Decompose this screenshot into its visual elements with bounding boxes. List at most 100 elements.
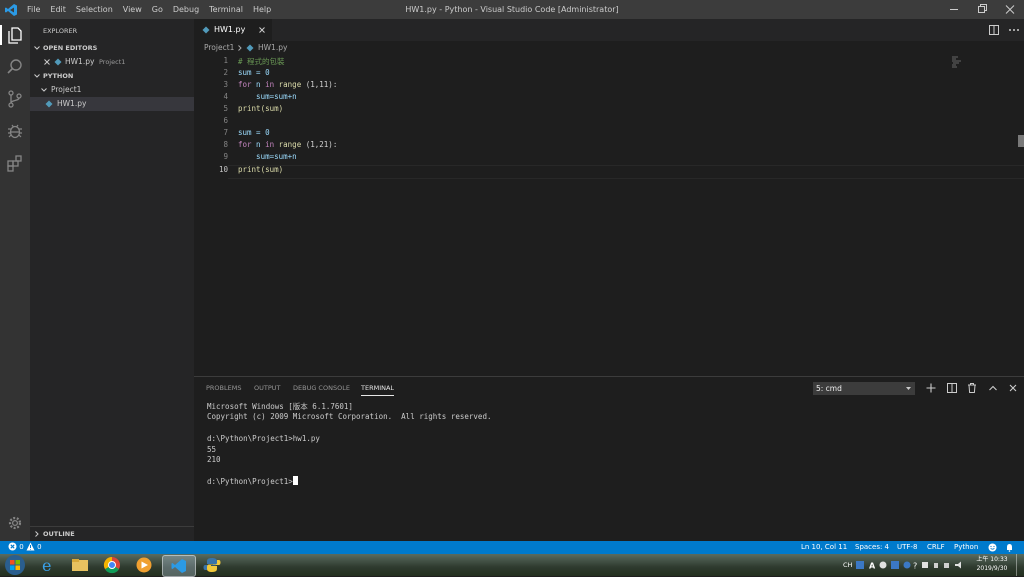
notifications-bell-icon[interactable]	[1005, 543, 1014, 552]
workspace-header[interactable]: PYTHON	[30, 69, 194, 83]
svg-text:A: A	[869, 562, 876, 571]
file-name: HW1.py	[57, 99, 87, 108]
show-desktop-button[interactable]	[1016, 554, 1024, 576]
close-window-button[interactable]	[996, 0, 1024, 19]
open-editor-folder: Project1	[99, 58, 126, 66]
explorer-icon[interactable]	[5, 25, 25, 45]
keyword: for	[238, 140, 252, 149]
debug-icon[interactable]	[5, 121, 25, 141]
cursor-position[interactable]: Ln 10, Col 11	[801, 541, 847, 554]
terminal-prompt[interactable]: d:\Python\Project1>	[207, 476, 298, 486]
line-number: 7	[223, 128, 228, 137]
ime-indicator[interactable]: CH	[843, 554, 852, 576]
menu-go[interactable]: Go	[147, 0, 168, 19]
error-count: 0	[19, 543, 24, 551]
menu-edit[interactable]: Edit	[45, 0, 71, 19]
file-explorer-icon[interactable]	[64, 555, 96, 575]
code-line: print(sum)	[238, 104, 284, 113]
code-line: sum = 0	[238, 68, 270, 77]
menu-view[interactable]: View	[118, 0, 147, 19]
menu-help[interactable]: Help	[248, 0, 276, 19]
tab-terminal[interactable]: TERMINAL	[361, 377, 395, 396]
code-editor[interactable]: 1 2 3 4 5 6 7 8 9 10 # 程式的包裝 sum = 0 for…	[194, 55, 1024, 376]
open-editor-item[interactable]: HW1.py Project1	[30, 55, 194, 69]
split-editor-icon[interactable]	[988, 24, 1000, 36]
line-number: 3	[223, 80, 228, 89]
tab-problems[interactable]: PROBLEMS	[206, 377, 241, 399]
editor-tab-bar: HW1.py	[194, 19, 1024, 41]
source-control-icon[interactable]	[5, 89, 25, 109]
line-number: 6	[223, 116, 228, 125]
keyword: for	[238, 80, 252, 89]
settings-gear-icon[interactable]	[5, 513, 25, 533]
status-bar: 0 0 Ln 10, Col 11 Spaces: 4 UTF-8 CRLF P…	[0, 541, 1024, 554]
terminal-select-value: 5: cmd	[816, 384, 842, 393]
encoding[interactable]: UTF-8	[897, 541, 917, 554]
tab-hw1-py[interactable]: HW1.py	[194, 19, 272, 41]
menu-selection[interactable]: Selection	[71, 0, 118, 19]
dropdown-arrow-icon	[905, 385, 912, 392]
chevron-down-icon	[33, 69, 41, 83]
split-terminal-icon[interactable]	[946, 382, 958, 394]
minimize-button[interactable]	[940, 0, 968, 19]
windows-taskbar: e CH A ? 上午 10:33 2019/9/30	[0, 554, 1024, 577]
tab-label: HW1.py	[214, 25, 246, 34]
error-icon	[8, 542, 17, 551]
breadcrumb-folder[interactable]: Project1	[204, 43, 234, 52]
line-ending[interactable]: CRLF	[927, 541, 945, 554]
open-editors-header[interactable]: OPEN EDITORS	[30, 41, 194, 55]
code-line: print(sum)	[238, 165, 284, 174]
indentation[interactable]: Spaces: 4	[855, 541, 889, 554]
explorer-sidebar: EXPLORER OPEN EDITORS HW1.py Project1 PY…	[30, 19, 194, 541]
language-mode[interactable]: Python	[954, 541, 978, 554]
scrollbar-marker[interactable]	[1018, 135, 1024, 147]
internet-explorer-icon[interactable]: e	[32, 555, 64, 575]
chrome-icon[interactable]	[96, 555, 128, 575]
warning-count: 0	[37, 543, 42, 551]
breadcrumb-file[interactable]: HW1.py	[258, 43, 287, 52]
restore-button[interactable]	[968, 0, 996, 19]
python-file-icon	[246, 41, 254, 55]
tab-debug-console[interactable]: DEBUG CONSOLE	[293, 377, 350, 399]
search-icon[interactable]	[5, 57, 25, 77]
keyword: in	[265, 80, 275, 89]
tab-output[interactable]: OUTPUT	[254, 377, 281, 399]
vscode-taskbar-icon[interactable]	[162, 555, 196, 577]
feedback-smiley-icon[interactable]	[988, 543, 997, 552]
menu-debug[interactable]: Debug	[168, 0, 204, 19]
variable: n	[251, 140, 266, 149]
clock[interactable]: 上午 10:33 2019/9/30	[972, 555, 1012, 573]
start-button-icon[interactable]	[3, 554, 27, 576]
menu-terminal[interactable]: Terminal	[204, 0, 248, 19]
svg-text:e: e	[42, 556, 51, 575]
current-line-highlight	[228, 165, 1024, 179]
close-icon[interactable]	[258, 23, 266, 37]
clock-time: 上午 10:33	[976, 556, 1008, 563]
file-item-selected[interactable]: HW1.py	[30, 97, 194, 111]
python-idle-icon[interactable]	[196, 555, 228, 575]
line-number: 2	[223, 68, 228, 77]
extensions-icon[interactable]	[5, 153, 25, 173]
system-tray-icons[interactable]: A ?	[856, 560, 968, 570]
open-editors-label: OPEN EDITORS	[43, 44, 98, 52]
code-line: sum=sum+n	[238, 152, 297, 161]
folder-item[interactable]: Project1	[30, 83, 194, 97]
menu-file[interactable]: File	[22, 0, 45, 19]
open-editor-filename: HW1.py	[65, 57, 95, 66]
minimap[interactable]	[951, 55, 963, 69]
close-icon[interactable]	[43, 55, 51, 69]
close-panel-icon[interactable]	[1007, 382, 1019, 394]
terminal-prompt-text: d:\Python\Project1>	[207, 477, 293, 486]
maximize-panel-icon[interactable]	[987, 382, 999, 394]
problems-status[interactable]: 0 0	[8, 541, 42, 554]
kill-terminal-icon[interactable]	[966, 382, 978, 394]
chevron-down-icon	[33, 41, 41, 55]
more-actions-icon[interactable]	[1008, 24, 1020, 36]
media-player-icon[interactable]	[128, 555, 160, 575]
variable: n	[251, 80, 266, 89]
terminal-select[interactable]: 5: cmd	[813, 382, 915, 395]
new-terminal-icon[interactable]	[925, 382, 937, 394]
python-file-icon	[45, 97, 53, 111]
outline-header[interactable]: OUTLINE	[30, 526, 194, 541]
line-number: 1	[223, 56, 228, 65]
